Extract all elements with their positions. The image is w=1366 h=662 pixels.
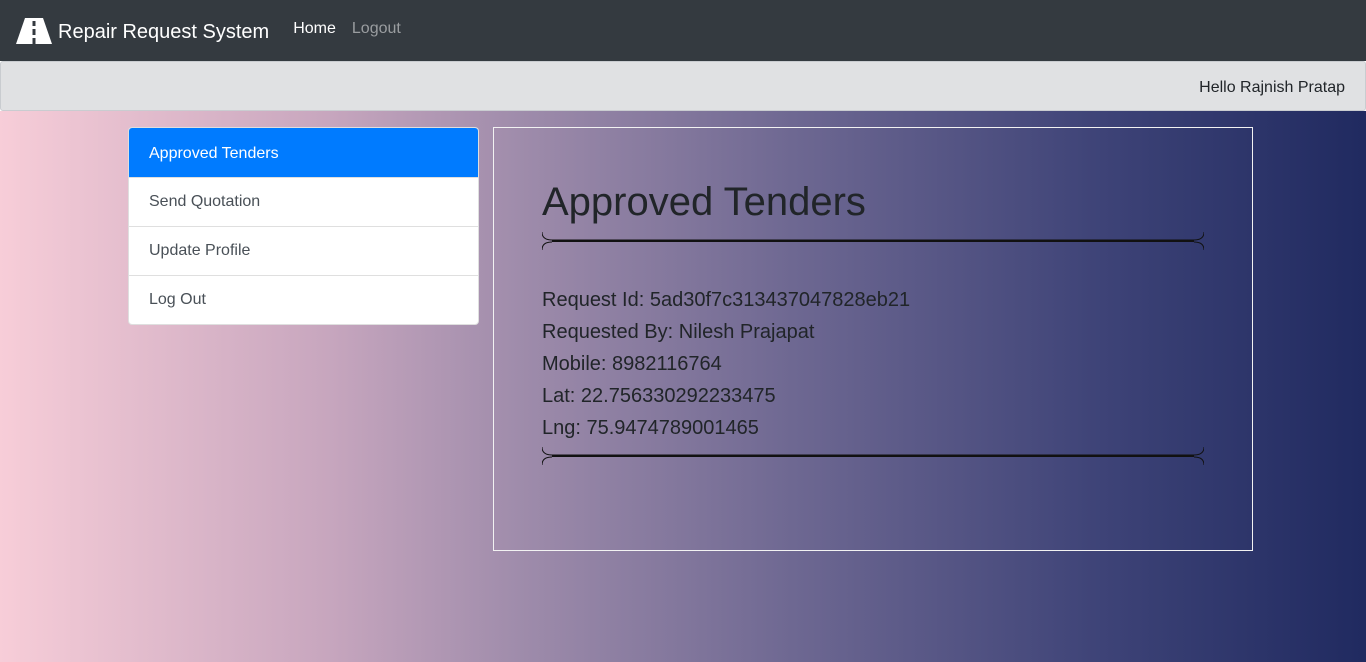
longitude: Lng: 75.9474789001465 — [542, 417, 759, 439]
sidebar-menu: Approved Tenders Send Quotation Update P… — [128, 127, 479, 325]
content-area: Approved Tenders Send Quotation Update P… — [0, 111, 1366, 662]
sidebar-item-log-out[interactable]: Log Out — [129, 275, 478, 324]
request-id: Request Id: 5ad30f7c313437047828eb21 — [542, 289, 911, 311]
road-icon — [16, 17, 52, 44]
user-bar: Hello Rajnish Pratap — [0, 61, 1366, 111]
mobile-number: Mobile: 8982116764 — [542, 353, 722, 375]
tender-details: Request Id: 5ad30f7c313437047828eb21 Req… — [542, 284, 910, 444]
title-divider — [542, 231, 1204, 250]
latitude: Lat: 22.756330292233475 — [542, 385, 776, 407]
sidebar-item-send-quotation[interactable]: Send Quotation — [129, 177, 478, 226]
requested-by: Requested By: Nilesh Prajapat — [542, 321, 815, 343]
brand-title: Repair Request System — [58, 21, 270, 43]
tender-panel: Approved Tenders Request Id: 5ad30f7c313… — [493, 127, 1253, 551]
nav-logout-link[interactable]: Logout — [352, 20, 401, 38]
bottom-divider — [542, 446, 1204, 465]
nav-home-link[interactable]: Home — [293, 20, 336, 38]
brand[interactable]: Repair Request System — [16, 0, 269, 61]
page-title: Approved Tenders — [542, 180, 866, 224]
top-navbar: Repair Request System Home Logout — [0, 0, 1366, 61]
user-greeting: Hello Rajnish Pratap — [1199, 79, 1345, 96]
sidebar-item-approved-tenders[interactable]: Approved Tenders — [129, 128, 478, 177]
nav-links: Home Logout — [293, 20, 417, 40]
sidebar-item-update-profile[interactable]: Update Profile — [129, 226, 478, 275]
